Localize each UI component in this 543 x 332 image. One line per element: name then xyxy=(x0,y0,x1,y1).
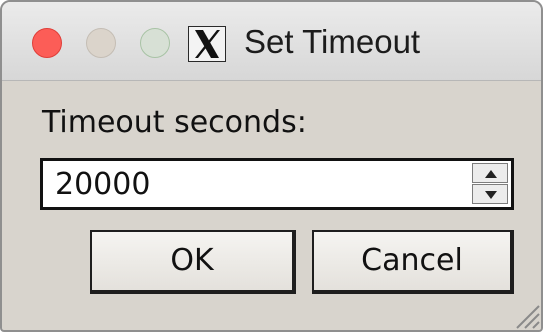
x11-icon xyxy=(188,26,226,62)
ok-button[interactable]: OK xyxy=(90,230,296,294)
decrement-button[interactable] xyxy=(472,184,508,204)
set-timeout-dialog: Set Timeout Timeout seconds: 20000 OK Ca… xyxy=(0,0,543,332)
timeout-label: Timeout seconds: xyxy=(42,105,307,140)
close-window-button[interactable] xyxy=(32,28,62,58)
zoom-window-button[interactable] xyxy=(140,28,170,58)
increment-button[interactable] xyxy=(472,163,508,183)
spin-arrows xyxy=(472,163,508,205)
arrow-down-icon xyxy=(485,191,497,199)
resize-grip-icon[interactable] xyxy=(509,298,541,330)
cancel-button[interactable]: Cancel xyxy=(312,230,514,294)
minimize-window-button[interactable] xyxy=(86,28,116,58)
window-title: Set Timeout xyxy=(244,23,421,60)
title-bar[interactable]: Set Timeout xyxy=(2,2,541,81)
timeout-spinbox[interactable]: 20000 xyxy=(40,158,514,210)
arrow-up-icon xyxy=(485,170,497,178)
timeout-value[interactable]: 20000 xyxy=(55,166,455,204)
